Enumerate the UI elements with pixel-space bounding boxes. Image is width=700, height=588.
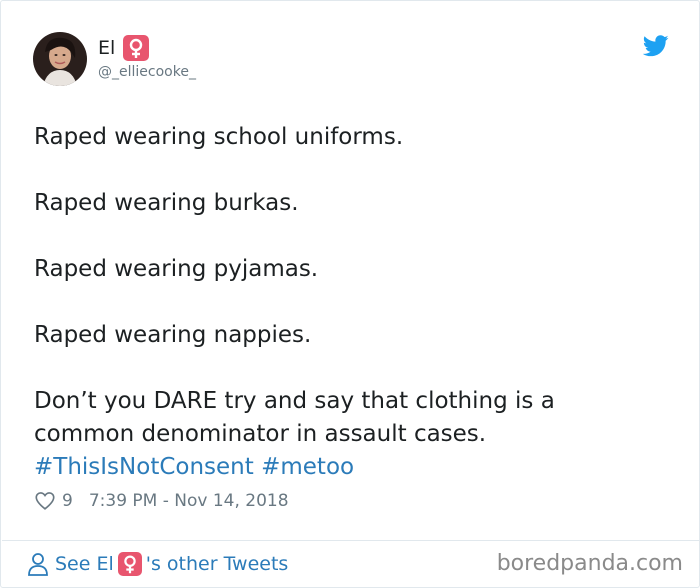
like-count[interactable]: 9 (62, 491, 73, 511)
hashtag-line: #ThisIsNotConsent #metoo (34, 451, 674, 484)
avatar[interactable] (33, 32, 87, 86)
heart-icon[interactable] (34, 490, 56, 512)
twitter-bird-icon[interactable] (642, 35, 669, 57)
author-handle[interactable]: @_elliecooke_ (98, 64, 196, 80)
female-sign-icon (123, 35, 150, 61)
tweet-body: Raped wearing school uniforms. Raped wea… (34, 121, 674, 484)
person-icon (27, 552, 49, 576)
tweet-line: Raped wearing school uniforms. (34, 124, 404, 150)
tweet-line: Raped wearing nappies. (34, 322, 312, 348)
timestamp[interactable]: 7:39 PM - Nov 14, 2018 (89, 491, 289, 511)
divider (2, 540, 700, 541)
see-other-tweets-link[interactable]: See El 's other Tweets (27, 550, 288, 578)
tweet-line: common denominator in assault cases. (34, 421, 487, 447)
hashtag-link[interactable]: #ThisIsNotConsent (34, 454, 254, 480)
tweet-meta: 9 7:39 PM - Nov 14, 2018 (34, 488, 289, 514)
tweet-card: El @_elliecooke_ Raped wearing school un… (0, 0, 700, 588)
female-sign-icon (117, 552, 142, 576)
see-other-tweets-prefix[interactable]: See El (55, 553, 114, 575)
tweet-line: Raped wearing burkas. (34, 190, 299, 216)
author-name[interactable]: El (98, 37, 115, 59)
tweet-line: Raped wearing pyjamas. (34, 256, 319, 282)
see-other-tweets-suffix[interactable]: 's other Tweets (146, 553, 289, 575)
author-name-row[interactable]: El (98, 34, 150, 62)
watermark: boredpanda.com (496, 551, 683, 576)
tweet-line: Don’t you DARE try and say that clothing… (34, 388, 555, 414)
hashtag-link[interactable]: #metoo (261, 454, 354, 480)
